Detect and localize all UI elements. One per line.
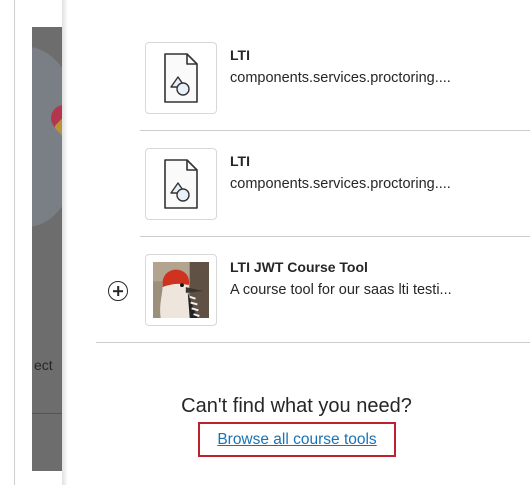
browse-link-highlight: Browse all course tools	[198, 422, 396, 457]
tool-title: LTI	[230, 47, 250, 63]
tool-thumbnail	[145, 42, 217, 114]
tool-description: components.services.proctoring....	[230, 176, 451, 192]
list-divider	[140, 236, 530, 237]
tool-title: LTI JWT Course Tool	[230, 259, 368, 275]
generic-file-icon	[164, 53, 198, 103]
tool-list-item[interactable]: LTI components.services.proctoring....	[62, 140, 531, 244]
tool-title: LTI	[230, 153, 250, 169]
panel-shadow	[62, 0, 68, 485]
cant-find-prompt: Can't find what you need?	[181, 395, 412, 417]
tool-list-item[interactable]: LTI components.services.proctoring....	[62, 34, 531, 138]
course-tools-panel: LTI components.services.proctoring.... L…	[62, 0, 531, 485]
woodpecker-image	[153, 262, 209, 318]
generic-file-icon	[164, 159, 198, 209]
list-divider	[140, 130, 530, 131]
tool-description: A course tool for our saas lti testi...	[230, 282, 452, 298]
tool-thumbnail	[145, 148, 217, 220]
list-divider	[96, 342, 530, 343]
add-tool-button[interactable]	[108, 281, 128, 301]
background-divider	[32, 413, 62, 414]
background-page: ect	[32, 27, 62, 471]
tool-list-item[interactable]: LTI JWT Course Tool A course tool for ou…	[62, 246, 531, 350]
tool-description: components.services.proctoring....	[230, 70, 451, 86]
tool-thumbnail	[145, 254, 217, 326]
browse-all-course-tools-link[interactable]: Browse all course tools	[217, 431, 376, 449]
background-disc	[32, 47, 62, 227]
background-text: ect	[34, 357, 53, 373]
